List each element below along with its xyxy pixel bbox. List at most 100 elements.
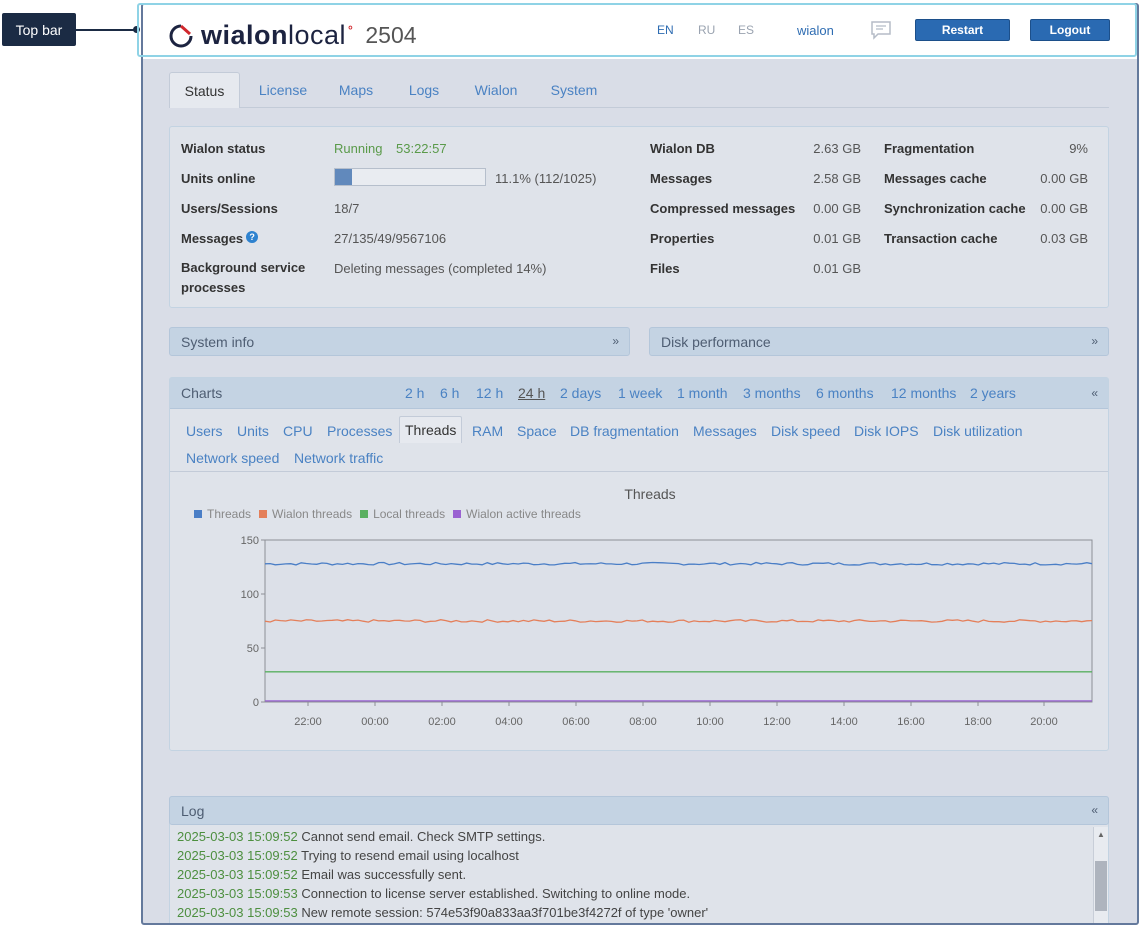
lang-en[interactable]: EN <box>657 23 674 37</box>
wialon-db-label: Wialon DB <box>650 141 715 156</box>
chart-tab-network-traffic[interactable]: Network traffic <box>294 444 383 471</box>
top-bar: wialonlocal ° 2504 EN RU ES wialon Restar… <box>143 5 1137 59</box>
legend-swatch <box>259 510 268 518</box>
tab-logs[interactable]: Logs <box>399 72 449 107</box>
chart-tab-cpu[interactable]: CPU <box>283 417 313 444</box>
logo: wialonlocal ° 2504 <box>169 20 417 51</box>
logout-button[interactable]: Logout <box>1030 19 1110 41</box>
users-sessions-value: 18/7 <box>334 201 360 216</box>
messages-value: 27/135/49/9567106 <box>334 231 447 246</box>
log-time: 2025-03-03 15:09:53 <box>177 886 298 901</box>
user-link[interactable]: wialon <box>797 23 834 38</box>
chart-tab-space[interactable]: Space <box>517 417 557 444</box>
charts-title: Charts <box>181 385 223 401</box>
threads-chart: 0 50 100 150 22:00 00:00 02:00 04:00 06:00 08:00 1… <box>241 535 1093 728</box>
files-value: 0.01 GB <box>813 261 861 276</box>
range-1week[interactable]: 1 week <box>618 385 662 401</box>
x-tick-label: 12:00 <box>763 716 791 728</box>
range-24h[interactable]: 24 h <box>518 385 545 401</box>
properties-value: 0.01 GB <box>813 231 861 246</box>
log-entry: 2025-03-03 15:09:53 New remote session: … <box>177 903 1095 922</box>
chevron-down-icon: » <box>612 334 619 348</box>
fragmentation-value: 9% <box>1069 141 1088 156</box>
chevron-up-icon: « <box>1091 803 1098 817</box>
range-3months[interactable]: 3 months <box>743 385 801 401</box>
range-2days[interactable]: 2 days <box>560 385 601 401</box>
chart-tab-processes[interactable]: Processes <box>327 417 392 444</box>
log-text: New remote session: 574e53f90a833aa3f701… <box>301 905 709 920</box>
chart-tab-disk-speed[interactable]: Disk speed <box>771 417 840 444</box>
range-12h[interactable]: 12 h <box>476 385 503 401</box>
disk-performance-header[interactable]: Disk performance » <box>649 327 1109 356</box>
chart-tab-disk-iops[interactable]: Disk IOPS <box>854 417 919 444</box>
chart-tab-db-fragmentation[interactable]: DB fragmentation <box>570 417 679 444</box>
chevron-up-icon[interactable]: « <box>1091 386 1098 400</box>
bg-processes-label: Background service processes <box>181 260 306 295</box>
x-tick-label: 18:00 <box>964 716 992 728</box>
properties-label: Properties <box>650 231 715 246</box>
scroll-up-icon[interactable]: ▲ <box>1097 830 1105 839</box>
messages-db-value: 2.58 GB <box>813 171 861 186</box>
x-tick-label: 04:00 <box>495 716 523 728</box>
tab-status[interactable]: Status <box>169 72 240 108</box>
chart-tabs-divider <box>170 471 1108 472</box>
log-header[interactable]: Log « <box>169 796 1109 825</box>
y-tick-label: 0 <box>253 697 259 709</box>
range-1month[interactable]: 1 month <box>677 385 728 401</box>
logo-word-light: local <box>288 20 347 50</box>
message-icon[interactable] <box>870 20 892 40</box>
range-2years[interactable]: 2 years <box>970 385 1016 401</box>
tab-license[interactable]: License <box>251 72 315 107</box>
log-entry: 2025-03-03 15:09:52 Cannot send email. C… <box>177 827 1095 846</box>
logo-wordmark: wialonlocal ° <box>201 20 353 51</box>
range-12months[interactable]: 12 months <box>891 385 956 401</box>
range-2h[interactable]: 2 h <box>405 385 424 401</box>
system-info-header[interactable]: System info » <box>169 327 630 356</box>
tab-maps[interactable]: Maps <box>331 72 381 107</box>
log-time: 2025-03-03 15:09:52 <box>177 848 298 863</box>
wialon-status-label: Wialon status <box>181 141 266 156</box>
chart-tab-network-speed[interactable]: Network speed <box>186 444 279 471</box>
main-tabs: Status License Maps Logs Wialon System <box>169 65 1109 108</box>
lang-es[interactable]: ES <box>738 23 754 37</box>
log-time: 2025-03-03 15:09:52 <box>177 867 298 882</box>
tab-wialon[interactable]: Wialon <box>467 72 525 107</box>
x-tick-label: 00:00 <box>361 716 389 728</box>
system-info-title: System info <box>181 334 255 350</box>
chart-tab-units[interactable]: Units <box>237 417 269 444</box>
range-6h[interactable]: 6 h <box>440 385 459 401</box>
chart-tab-disk-utilization[interactable]: Disk utilization <box>933 417 1022 444</box>
log-entry: 2025-03-03 15:09:52 Email was successful… <box>177 865 1095 884</box>
x-tick-label: 02:00 <box>428 716 456 728</box>
chart-tab-messages[interactable]: Messages <box>693 417 757 444</box>
log-scrollbar[interactable]: ▲ ▼ <box>1093 827 1108 923</box>
compressed-messages-value: 0.00 GB <box>813 201 861 216</box>
top-bar-callout: Top bar <box>2 13 76 46</box>
log-scroll-thumb[interactable] <box>1095 861 1107 911</box>
chart-tab-users[interactable]: Users <box>186 417 223 444</box>
y-tick-label: 100 <box>241 589 259 601</box>
messages-label-text: Messages <box>181 231 244 246</box>
restart-button[interactable]: Restart <box>915 19 1010 41</box>
messages-db-label: Messages <box>650 171 713 186</box>
range-6months[interactable]: 6 months <box>816 385 874 401</box>
uptime-value: 53:22:57 <box>396 141 447 156</box>
log-time: 2025-03-03 15:09:52 <box>177 829 298 844</box>
x-tick-label: 22:00 <box>294 716 322 728</box>
bg-processes-value: Deleting messages (completed 14%) <box>334 261 547 276</box>
tab-system[interactable]: System <box>541 72 607 107</box>
messages-label: Messages? <box>181 231 259 246</box>
log-text: Trying to resend email using localhost <box>301 848 519 863</box>
log-entry: 2025-03-03 15:09:52 Trying to resend ema… <box>177 846 1095 865</box>
callout-dot <box>133 26 140 33</box>
log-title: Log <box>181 803 205 819</box>
x-tick-label: 08:00 <box>629 716 657 728</box>
messages-cache-value: 0.00 GB <box>1040 171 1088 186</box>
chart-tab-ram[interactable]: RAM <box>472 417 503 444</box>
lang-ru[interactable]: RU <box>698 23 715 37</box>
help-icon[interactable]: ? <box>246 231 259 243</box>
x-tick-label: 06:00 <box>562 716 590 728</box>
app-window: wialonlocal ° 2504 EN RU ES wialon Restar… <box>141 3 1139 925</box>
chart-tab-threads[interactable]: Threads <box>399 416 463 443</box>
log-entry: 2025-03-03 15:09:53 Connection to licens… <box>177 884 1095 903</box>
